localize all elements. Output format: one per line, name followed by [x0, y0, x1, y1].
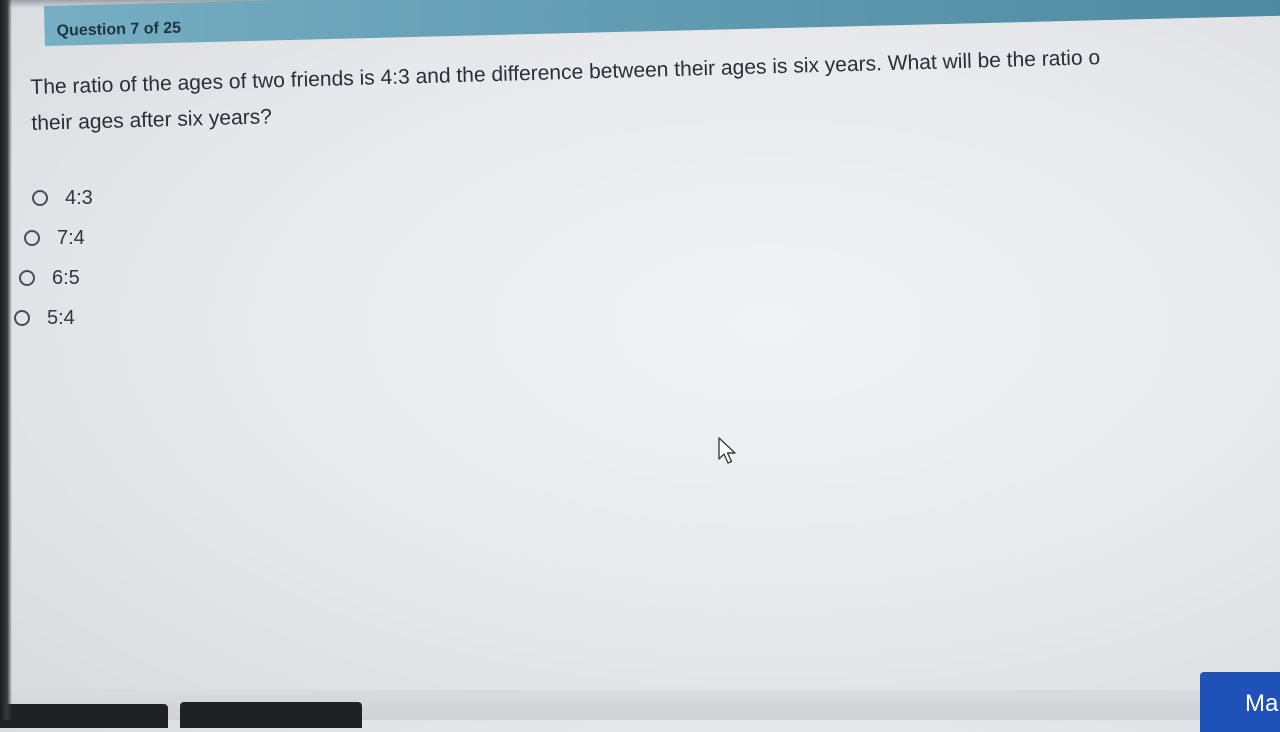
option-label: 5:4 — [47, 306, 75, 329]
option-label: 7:4 — [57, 226, 85, 249]
next-button[interactable] — [180, 702, 362, 728]
previous-button[interactable] — [0, 704, 168, 728]
mark-button-label: Ma — [1245, 690, 1279, 717]
mouse-pointer-icon — [718, 437, 736, 464]
question-counter: Question 7 of 25 — [56, 19, 182, 40]
option-label: 6:5 — [52, 266, 80, 289]
question-header-bar: Question 7 of 25 — [44, 0, 1280, 46]
option-4[interactable]: 5:4 — [14, 298, 93, 338]
option-label: 4:3 — [65, 186, 93, 209]
question-text: The ratio of the ages of two friends is … — [30, 35, 1280, 142]
option-1[interactable]: 4:3 — [32, 178, 93, 218]
radio-unchecked-icon[interactable] — [19, 270, 35, 286]
radio-unchecked-icon[interactable] — [24, 230, 40, 246]
radio-unchecked-icon[interactable] — [14, 310, 30, 326]
answer-options: 4:3 7:4 6:5 5:4 — [14, 178, 93, 338]
option-3[interactable]: 6:5 — [19, 258, 93, 298]
radio-unchecked-icon[interactable] — [32, 190, 48, 206]
option-2[interactable]: 7:4 — [24, 218, 93, 258]
screen-left-bezel — [0, 0, 12, 720]
mark-button[interactable]: Ma — [1200, 672, 1280, 732]
